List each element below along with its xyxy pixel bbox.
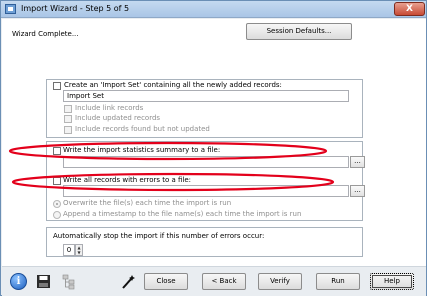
wizard-status-text: Wizard Complete...: [12, 30, 79, 38]
overwrite-files-label: Overwrite the file(s) each time the impo…: [63, 199, 232, 207]
save-icon[interactable]: [35, 273, 52, 290]
include-updated-records-checkbox[interactable]: [64, 115, 72, 123]
run-button[interactable]: Run: [316, 273, 360, 290]
errors-browse-button[interactable]: ...: [350, 185, 365, 197]
window-title: Import Wizard - Step 5 of 5: [21, 4, 130, 13]
window-close-button[interactable]: X: [394, 2, 425, 16]
include-updated-records-label: Include updated records: [75, 114, 161, 122]
import-set-name-input[interactable]: Import Set: [63, 90, 349, 102]
import-wizard-window: Import Wizard - Step 5 of 5 X Wizard Com…: [0, 0, 427, 296]
overwrite-files-radio[interactable]: [53, 200, 61, 208]
hierarchy-icon[interactable]: [60, 273, 77, 290]
title-bar: Import Wizard - Step 5 of 5 X: [1, 1, 426, 18]
session-defaults-button[interactable]: Session Defaults...: [246, 23, 352, 40]
help-button[interactable]: Help: [370, 273, 414, 290]
append-timestamp-label: Append a timestamp to the file name(s) e…: [63, 210, 302, 218]
window-app-icon: [5, 4, 16, 14]
create-import-set-checkbox[interactable]: [53, 82, 61, 90]
error-limit-label: Automatically stop the import if this nu…: [53, 232, 265, 240]
error-limit-spinner[interactable]: ▲ ▼: [75, 244, 83, 256]
bottom-toolbar: i Close < Back Verify Run Help: [2, 266, 426, 296]
include-link-records-label: Include link records: [75, 104, 144, 112]
write-summary-checkbox[interactable]: [53, 147, 61, 155]
close-button[interactable]: Close: [144, 273, 188, 290]
spinner-down-icon[interactable]: ▼: [76, 250, 82, 255]
write-errors-label: Write all records with errors to a file:: [63, 176, 192, 184]
create-import-set-label: Create an 'Import Set' containing all th…: [64, 81, 282, 89]
errors-file-input[interactable]: [63, 185, 349, 197]
wand-icon[interactable]: [120, 273, 137, 290]
write-errors-checkbox[interactable]: [53, 177, 61, 185]
summary-file-input[interactable]: [63, 156, 349, 168]
include-found-records-label: Include records found but not updated: [75, 125, 210, 133]
include-link-records-checkbox[interactable]: [64, 105, 72, 113]
summary-browse-button[interactable]: ...: [350, 156, 365, 168]
error-limit-input[interactable]: 0: [63, 244, 75, 256]
include-found-records-checkbox[interactable]: [64, 126, 72, 134]
info-icon[interactable]: i: [10, 273, 27, 290]
back-button[interactable]: < Back: [202, 273, 246, 290]
verify-button[interactable]: Verify: [258, 273, 302, 290]
write-summary-label: Write the import statistics summary to a…: [63, 146, 221, 154]
append-timestamp-radio[interactable]: [53, 211, 61, 219]
